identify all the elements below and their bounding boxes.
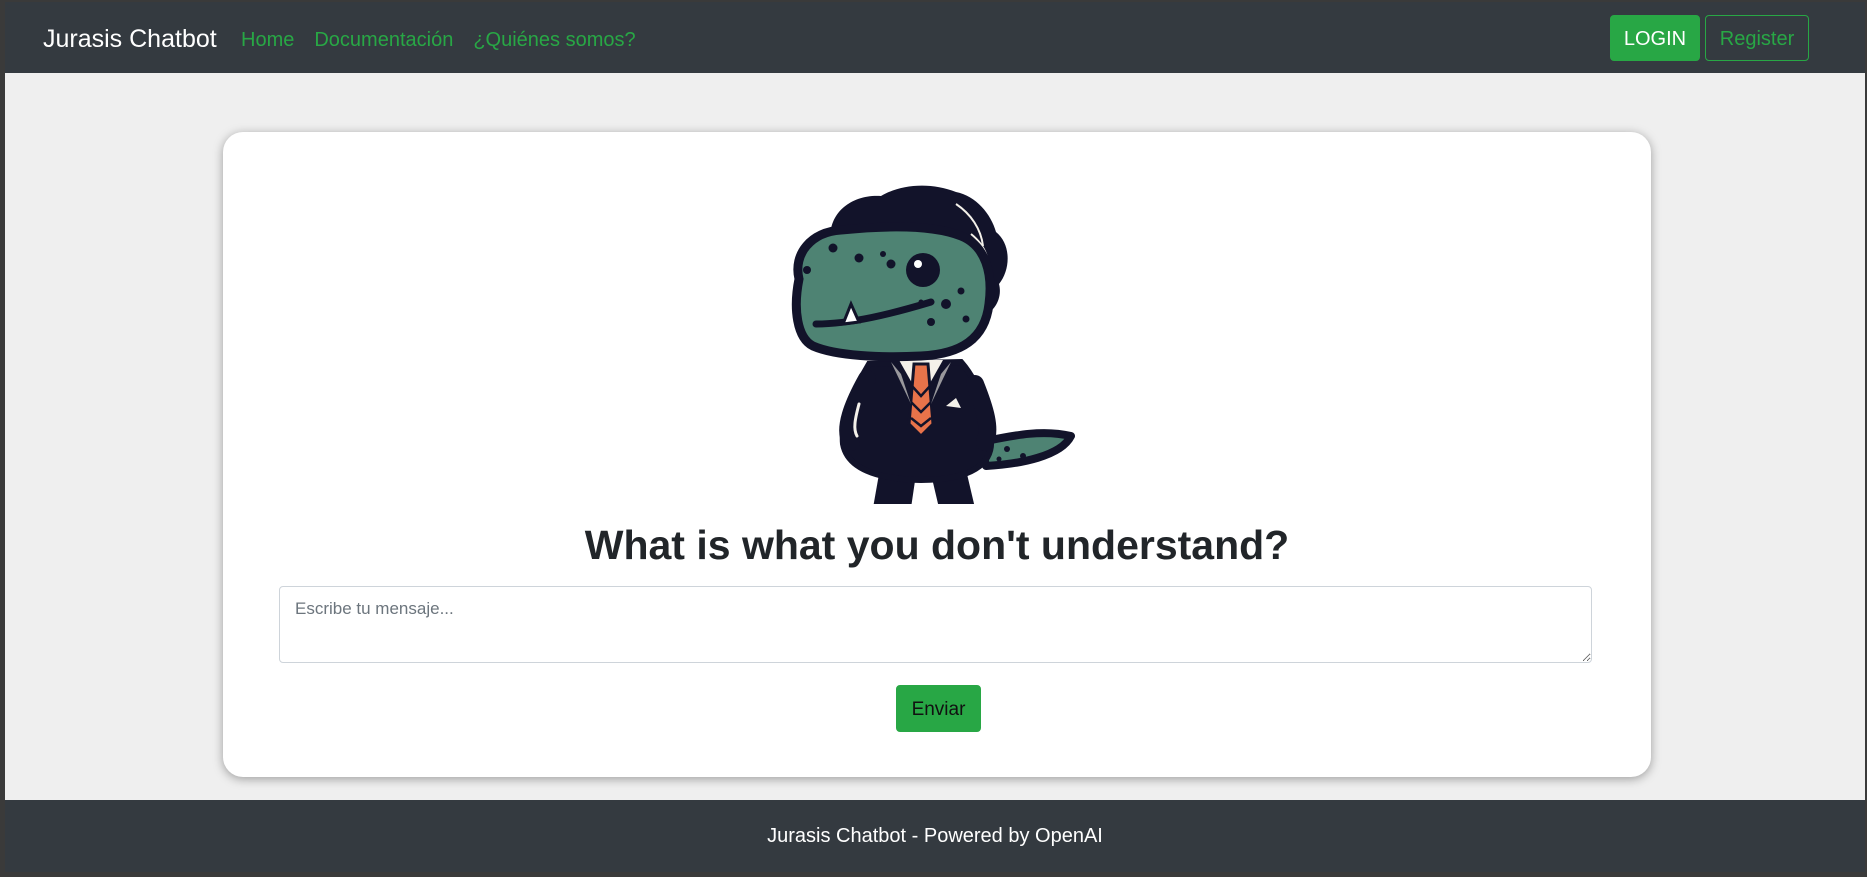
browser-viewport: Jurasis Chatbot Home Documentación ¿Quié… — [0, 0, 1867, 877]
send-button[interactable]: Enviar — [896, 685, 981, 732]
top-navbar: Jurasis Chatbot Home Documentación ¿Quié… — [5, 2, 1865, 73]
register-button[interactable]: Register — [1705, 15, 1809, 61]
login-button[interactable]: LOGIN — [1610, 15, 1700, 61]
nav-links: Home Documentación ¿Quiénes somos? — [241, 28, 656, 52]
nav-link-documentacion[interactable]: Documentación — [314, 28, 453, 52]
footer-text: Jurasis Chatbot - Powered by OpenAI — [767, 825, 1103, 847]
nav-link-quienes-somos[interactable]: ¿Quiénes somos? — [473, 28, 635, 52]
chat-card: What is what you don't understand? Envia… — [223, 132, 1651, 777]
nav-link-home[interactable]: Home — [241, 28, 294, 52]
message-input[interactable] — [279, 586, 1592, 663]
brand-link[interactable]: Jurasis Chatbot — [43, 24, 217, 54]
dinosaur-mascot-icon — [791, 185, 1075, 504]
page-title: What is what you don't understand? — [584, 522, 1290, 568]
page-footer: Jurasis Chatbot - Powered by OpenAI — [5, 800, 1865, 872]
